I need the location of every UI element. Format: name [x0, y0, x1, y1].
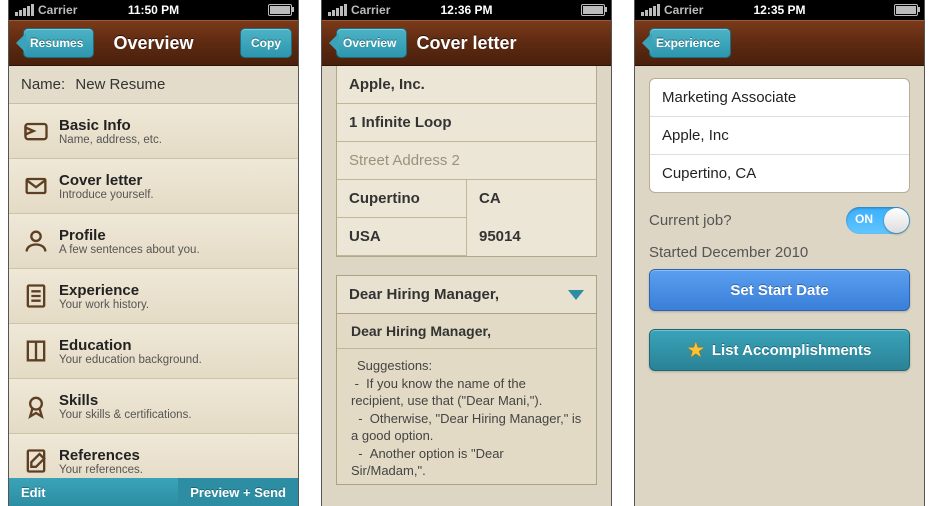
card-icon — [19, 114, 53, 148]
job-location-field[interactable]: Cupertino, CA — [650, 155, 909, 192]
nav-bar: Resumes Overview Copy — [9, 20, 298, 66]
company-field[interactable]: Apple, Inc. — [337, 66, 596, 104]
edit-button[interactable]: Edit — [9, 478, 58, 506]
phone-overview: Carrier 11:50 PM Resumes Overview Copy N… — [8, 0, 299, 506]
badge-icon — [19, 389, 53, 423]
item-title: Skills — [59, 392, 192, 409]
back-label: Experience — [656, 36, 720, 50]
set-start-date-label: Set Start Date — [730, 282, 828, 299]
list-accomplishments-button[interactable]: ★ List Accomplishments — [649, 329, 910, 371]
job-company-field[interactable]: Apple, Inc — [650, 117, 909, 155]
item-sub: Your references. — [59, 464, 143, 476]
item-title: Education — [59, 337, 202, 354]
street2-field[interactable]: Street Address 2 — [337, 142, 596, 180]
current-job-label: Current job? — [649, 212, 732, 229]
preview-send-button[interactable]: Preview + Send — [178, 478, 298, 506]
status-bar: Carrier 12:36 PM — [322, 0, 611, 20]
back-label: Overview — [343, 36, 396, 50]
item-sub: Your skills & certifications. — [59, 409, 192, 421]
item-title: References — [59, 447, 143, 464]
name-label: Name: — [21, 76, 65, 93]
job-title-field[interactable]: Marketing Associate — [650, 79, 909, 117]
back-button-experience[interactable]: Experience — [649, 28, 731, 58]
started-label: Started December 2010 — [649, 244, 910, 261]
item-sub: Name, address, etc. — [59, 134, 162, 146]
item-sub: A few sentences about you. — [59, 244, 200, 256]
toggle-knob — [884, 208, 909, 233]
zip-field[interactable]: 95014 — [467, 218, 596, 256]
item-sub: Introduce yourself. — [59, 189, 154, 201]
experience-form: Marketing Associate Apple, Inc Cupertino… — [635, 66, 924, 506]
battery-icon — [894, 4, 918, 16]
phone-experience-entry: Carrier 12:35 PM Experience Marketing As… — [634, 0, 925, 506]
salutation-panel: Dear Hiring Manager, Suggestions: - If y… — [336, 314, 597, 485]
phone-cover-letter: Carrier 12:36 PM Overview Cover letter A… — [321, 0, 612, 506]
cover-letter-form: Apple, Inc. 1 Infinite Loop Street Addre… — [322, 66, 611, 506]
status-time: 11:50 PM — [9, 3, 298, 17]
edit-label: Edit — [21, 485, 46, 500]
toggle-on-label: ON — [855, 212, 873, 226]
copy-button[interactable]: Copy — [240, 28, 292, 58]
suggestion-1: If you know the name of the recipient, u… — [351, 376, 542, 409]
nav-bar: Overview Cover letter — [322, 20, 611, 66]
person-icon — [19, 224, 53, 258]
status-time: 12:36 PM — [322, 3, 611, 17]
item-sub: Your work history. — [59, 299, 149, 311]
nav-bar: Experience — [635, 20, 924, 66]
item-title: Profile — [59, 227, 200, 244]
battery-icon — [581, 4, 605, 16]
list-item-basic-info[interactable]: Basic InfoName, address, etc. — [9, 104, 298, 159]
suggestion-3: Another option is "Dear Sir/Madam,". — [351, 446, 504, 479]
back-label: Resumes — [30, 36, 83, 50]
suggestions-text: Suggestions: - If you know the name of t… — [337, 349, 596, 484]
item-title: Experience — [59, 282, 149, 299]
copy-label: Copy — [251, 36, 281, 50]
name-value: New Resume — [75, 76, 165, 93]
doc-icon — [19, 279, 53, 313]
back-button-overview[interactable]: Overview — [336, 28, 407, 58]
salutation-value: Dear Hiring Manager, — [349, 286, 499, 303]
section-list: Basic InfoName, address, etc. Cover lett… — [9, 104, 298, 478]
status-bar: Carrier 12:35 PM — [635, 0, 924, 20]
pen-icon — [19, 444, 53, 478]
star-icon: ★ — [688, 340, 704, 361]
battery-icon — [268, 4, 292, 16]
suggestion-2: Otherwise, "Dear Hiring Manager," is a g… — [351, 411, 581, 444]
salutation-echo: Dear Hiring Manager, — [337, 314, 596, 349]
city-field[interactable]: Cupertino — [337, 180, 467, 218]
item-sub: Your education background. — [59, 354, 202, 366]
job-fields-card: Marketing Associate Apple, Inc Cupertino… — [649, 78, 910, 193]
set-start-date-button[interactable]: Set Start Date — [649, 269, 910, 311]
book-icon — [19, 334, 53, 368]
address-card: Apple, Inc. 1 Infinite Loop Street Addre… — [336, 66, 597, 257]
list-item-education[interactable]: EducationYour education background. — [9, 324, 298, 379]
chevron-down-icon — [568, 290, 584, 300]
letter-icon — [19, 169, 53, 203]
list-item-references[interactable]: ReferencesYour references. — [9, 434, 298, 478]
list-item-experience[interactable]: ExperienceYour work history. — [9, 269, 298, 324]
preview-label: Preview + Send — [190, 485, 286, 500]
resume-name-row[interactable]: Name: New Resume — [9, 66, 298, 104]
list-accomplishments-label: List Accomplishments — [712, 342, 871, 359]
current-job-row: Current job? ON — [649, 207, 910, 234]
list-item-skills[interactable]: SkillsYour skills & certifications. — [9, 379, 298, 434]
suggestions-label: Suggestions: — [351, 357, 582, 375]
status-time: 12:35 PM — [635, 3, 924, 17]
country-field[interactable]: USA — [337, 218, 467, 256]
current-job-toggle[interactable]: ON — [846, 207, 910, 234]
bottom-toolbar: Edit Preview + Send — [9, 478, 298, 506]
back-button-resumes[interactable]: Resumes — [23, 28, 94, 58]
item-title: Basic Info — [59, 117, 162, 134]
status-bar: Carrier 11:50 PM — [9, 0, 298, 20]
list-item-profile[interactable]: ProfileA few sentences about you. — [9, 214, 298, 269]
street1-field[interactable]: 1 Infinite Loop — [337, 104, 596, 142]
item-title: Cover letter — [59, 172, 154, 189]
state-field[interactable]: CA — [467, 180, 596, 218]
salutation-dropdown[interactable]: Dear Hiring Manager, — [336, 275, 597, 314]
list-item-cover-letter[interactable]: Cover letterIntroduce yourself. — [9, 159, 298, 214]
